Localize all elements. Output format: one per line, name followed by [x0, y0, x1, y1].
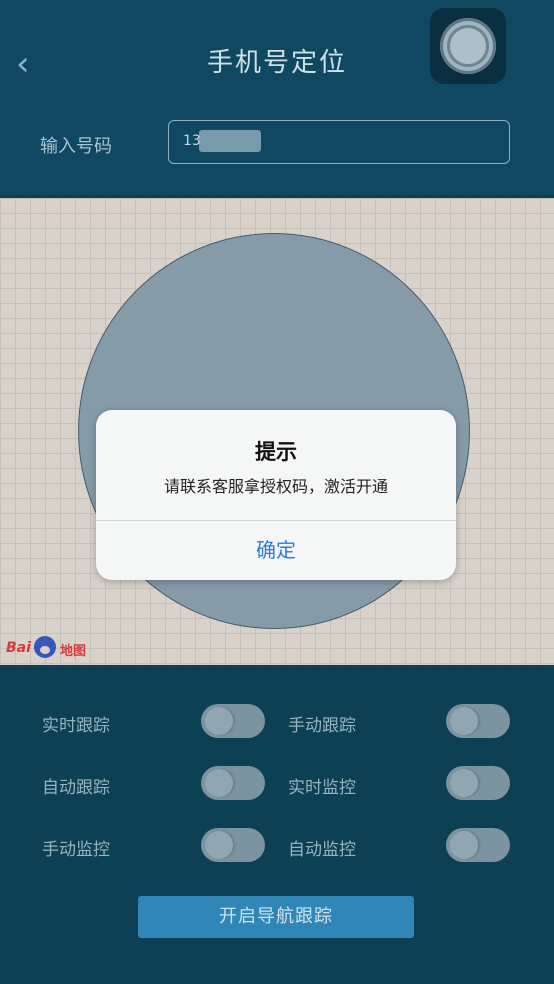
control-label: 实时跟踪: [42, 716, 110, 736]
control-auto-monitoring: 自动监控: [288, 828, 438, 864]
toggle-auto-tracking[interactable]: [201, 766, 265, 800]
phone-input[interactable]: 13: [168, 120, 510, 164]
dialog-confirm-button[interactable]: 确定: [96, 521, 456, 580]
start-navigation-tracking-button[interactable]: 开启导航跟踪: [138, 896, 414, 938]
dialog-message: 请联系客服拿授权码，激活开通: [163, 477, 388, 496]
toggle-knob: [450, 707, 478, 735]
baidu-map-logo: Bai 地图: [6, 636, 96, 660]
toggle-knob: [205, 707, 233, 735]
control-label: 自动监控: [288, 840, 356, 860]
toggle-knob: [205, 769, 233, 797]
toggle-realtime-monitoring[interactable]: [446, 766, 510, 800]
control-label: 手动跟踪: [288, 716, 356, 736]
control-label: 实时监控: [288, 778, 356, 798]
assistive-core-icon: [447, 25, 489, 67]
logo-text-map: 地图: [60, 644, 87, 659]
toggle-knob: [450, 831, 478, 859]
control-manual-monitoring: 手动监控: [42, 828, 192, 864]
phone-label: 输入号码: [40, 136, 112, 157]
alert-dialog: 提示 请联系客服拿授权码，激活开通 确定: [96, 410, 456, 580]
toggle-manual-tracking[interactable]: [446, 704, 510, 738]
toggle-knob: [450, 769, 478, 797]
redaction-mask: [199, 130, 261, 152]
logo-text-bai: Bai: [6, 640, 31, 656]
dialog-title: 提示: [255, 440, 297, 464]
control-label: 手动监控: [42, 840, 110, 860]
baidu-paw-icon: [34, 636, 56, 658]
toggle-knob: [205, 831, 233, 859]
header: ‹ 手机号定位 输入号码 13: [0, 0, 554, 195]
control-label: 自动跟踪: [42, 778, 110, 798]
toggle-manual-monitoring[interactable]: [201, 828, 265, 862]
floating-assistive-button[interactable]: [430, 8, 506, 84]
toggle-realtime-tracking[interactable]: [201, 704, 265, 738]
toggle-auto-monitoring[interactable]: [446, 828, 510, 862]
control-realtime-monitoring: 实时监控: [288, 766, 438, 802]
control-auto-tracking: 自动跟踪: [42, 766, 192, 802]
control-manual-tracking: 手动跟踪: [288, 704, 438, 740]
